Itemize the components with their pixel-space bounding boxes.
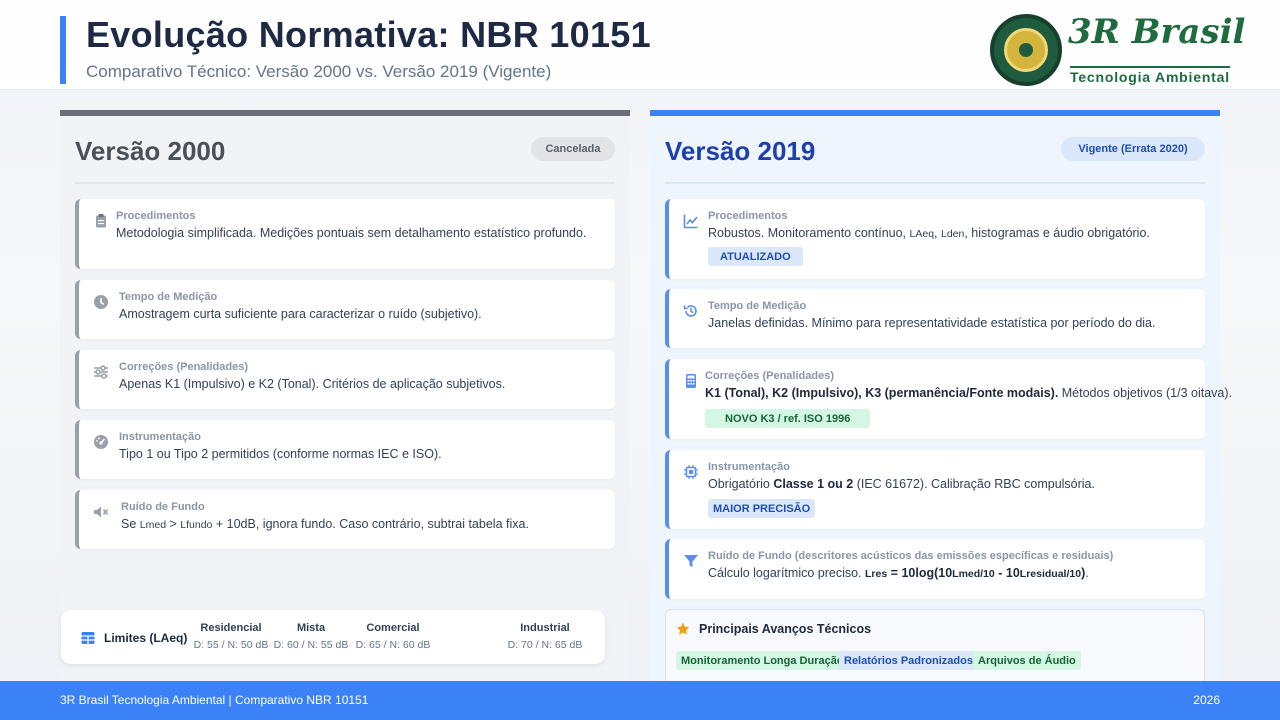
limit-industrial: Industrial D: 70 / N: 65 dB xyxy=(507,622,583,651)
card-label: Correções (Penalidades) xyxy=(119,361,248,373)
sliders-icon xyxy=(94,365,108,379)
precision-tag: MAIOR PRECISÃO xyxy=(708,499,816,518)
card-procedimentos: Procedimentos Metodologia simplificada. … xyxy=(75,199,615,269)
card-text: Se Lmed > Lfundo + 10dB, ignora fundo. C… xyxy=(121,517,529,531)
card-text: Cálculo logarítmico preciso. Lres = 10lo… xyxy=(708,566,1089,580)
card-label: Tempo de Medição xyxy=(119,291,218,303)
footer-year: 2026 xyxy=(1193,693,1220,707)
card-label: Tempo de Medição xyxy=(708,300,807,312)
update-tag: ATUALIZADO xyxy=(708,247,803,266)
card-label: Ruído de Fundo xyxy=(121,501,205,513)
clipboard-icon xyxy=(96,214,106,228)
panel-title: Versão 2019 xyxy=(665,136,816,166)
card-ruido-fundo: Ruído de Fundo Se Lmed > Lfundo + 10dB, … xyxy=(75,490,615,549)
card-label: Instrumentação xyxy=(708,461,790,473)
limits-title: Limites (LAeq) xyxy=(104,631,188,645)
table-icon xyxy=(81,632,95,644)
limit-comercial: Comercial D: 65 / N: 60 dB xyxy=(355,622,431,651)
advance-chip: Monitoramento Longa Duração xyxy=(676,651,849,670)
page-subtitle: Comparativo Técnico: Versão 2000 vs. Ver… xyxy=(86,62,552,81)
card-ruido-fundo: Ruído de Fundo (descritores acústicos da… xyxy=(665,539,1205,599)
advance-chip: Relatórios Padronizados xyxy=(839,651,978,670)
card-label: Procedimentos xyxy=(708,210,788,222)
clock-icon xyxy=(94,295,108,309)
chip-icon xyxy=(684,465,698,479)
calculator-icon xyxy=(686,374,696,388)
card-text: Janelas definidas. Mínimo para represent… xyxy=(708,316,1156,330)
card-text: Amostragem curta suficiente para caracte… xyxy=(119,307,482,321)
card-text: Robustos. Monitoramento contínuo, LAeq, … xyxy=(708,226,1150,240)
card-instrumentacao: Instrumentação Obrigatório Classe 1 ou 2… xyxy=(665,450,1205,529)
card-label: Instrumentação xyxy=(119,431,201,443)
card-instrumentacao: Instrumentação Tipo 1 ou Tipo 2 permitid… xyxy=(75,420,615,479)
new-k3-tag: NOVO K3 / ref. ISO 1996 xyxy=(705,409,871,428)
card-text: Apenas K1 (Impulsivo) e K2 (Tonal). Crit… xyxy=(119,377,506,391)
history-icon xyxy=(683,305,697,317)
panel-title: Versão 2000 xyxy=(75,136,226,166)
chart-line-icon xyxy=(683,214,698,229)
card-text: Metodologia simplificada. Medições pontu… xyxy=(116,226,587,240)
version-2000-panel: Versão 2000 Cancelada Procedimentos Meto… xyxy=(60,110,630,682)
card-correcoes: Correções (Penalidades) K1 (Tonal), K2 (… xyxy=(665,359,1232,439)
limit-mista: Mista D: 60 / N: 55 dB xyxy=(273,622,349,651)
divider xyxy=(665,182,1205,184)
card-label: Correções (Penalidades) xyxy=(705,370,834,382)
mute-icon xyxy=(94,506,109,518)
card-text: Obrigatório Classe 1 ou 2 (IEC 61672). C… xyxy=(708,477,1095,491)
card-tempo-medicao: Tempo de Medição Janelas definidas. Míni… xyxy=(665,289,1205,348)
card-procedimentos: Procedimentos Robustos. Monitoramento co… xyxy=(665,199,1205,279)
page-title: Evolução Normativa: NBR 10151 xyxy=(86,14,651,55)
advance-chip: Arquivos de Áudio xyxy=(973,651,1081,670)
card-correcoes: Correções (Penalidades) Apenas K1 (Impul… xyxy=(75,350,615,409)
logo-emblem-icon xyxy=(990,14,1062,86)
star-icon xyxy=(676,622,690,635)
advances-title: Principais Avanços Técnicos xyxy=(699,622,872,636)
logo-brand: 3R Brasil xyxy=(1068,12,1246,52)
card-tempo-medicao: Tempo de Medição Amostragem curta sufici… xyxy=(75,280,615,339)
filter-icon xyxy=(684,555,698,567)
limit-residencial: Residencial D: 55 / N: 50 dB xyxy=(193,622,269,651)
version-2019-panel: Versão 2019 Vigente (Errata 2020) Proced… xyxy=(650,110,1232,699)
status-badge: Cancelada xyxy=(531,137,615,161)
status-badge: Vigente (Errata 2020) xyxy=(1061,137,1205,161)
gauge-icon xyxy=(94,435,108,449)
limits-table: Limites (LAeq) Residencial D: 55 / N: 50… xyxy=(61,610,605,664)
divider xyxy=(75,182,615,184)
card-label: Ruído de Fundo (descritores acústicos da… xyxy=(708,550,1114,562)
footer-company: 3R Brasil Tecnologia Ambiental | Compara… xyxy=(60,693,369,707)
card-label: Procedimentos xyxy=(116,210,196,222)
card-text: K1 (Tonal), K2 (Impulsivo), K3 (permanên… xyxy=(705,386,1232,400)
footer: 3R Brasil Tecnologia Ambiental | Compara… xyxy=(0,681,1280,720)
company-logo: 3R Brasil Tecnologia Ambiental xyxy=(990,12,1260,86)
header: Evolução Normativa: NBR 10151 Comparativ… xyxy=(0,0,1280,90)
logo-tagline: Tecnologia Ambiental xyxy=(1070,66,1230,85)
card-text: Tipo 1 ou Tipo 2 permitidos (conforme no… xyxy=(119,447,442,461)
header-accent-bar xyxy=(60,16,66,84)
